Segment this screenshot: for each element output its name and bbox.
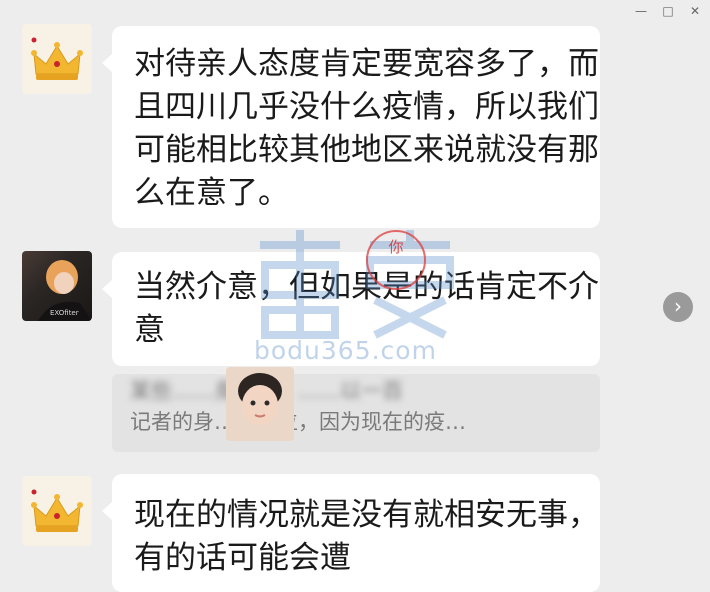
sticker-photo	[226, 367, 294, 441]
quoted-message[interactable]: 某些……身份好，……以一百 记者的身……岗位，因为现在的疫…	[112, 374, 600, 452]
chevron-right-icon: ›	[674, 294, 682, 318]
message-line: 且四川几乎没什么疫情，所以我们	[134, 89, 599, 125]
crown-icon	[31, 37, 83, 80]
message-line: 可能相比较其他地区来说就没有那	[134, 132, 599, 168]
message-line: 有的话可能会遭	[134, 540, 351, 576]
message-line: 现在的情况就是没有就相安无事，	[134, 497, 599, 533]
maximize-icon[interactable]: □	[657, 2, 679, 20]
next-button[interactable]: ›	[663, 292, 693, 322]
title-bar: — □ ✕	[0, 0, 710, 22]
avatar[interactable]	[22, 24, 92, 94]
message-line: 对待亲人态度肯定要宽容多了，而	[134, 46, 599, 82]
message-line: 意	[134, 312, 165, 348]
message-bubble[interactable]: 对待亲人态度肯定要宽容多了，而 且四川几乎没什么疫情，所以我们 可能相比较其他地…	[102, 26, 600, 228]
message-bubble[interactable]: 当然介意，但如果是的话肯定不介 意	[102, 252, 600, 366]
minimize-icon[interactable]: —	[630, 2, 652, 20]
crown-icon	[31, 489, 83, 532]
quote-line: 某些……身份好，……以一百	[130, 376, 600, 407]
avatar-caption: EXOfiter	[50, 309, 79, 317]
quote-line: 记者的身……岗位，因为现在的疫…	[130, 410, 466, 434]
baby-face-icon	[238, 373, 282, 425]
avatar[interactable]: EXOfiter	[22, 251, 92, 321]
avatar[interactable]	[22, 476, 92, 546]
close-icon[interactable]: ✕	[684, 2, 706, 20]
message-line: 当然介意，但如果是的话肯定不介	[134, 269, 599, 305]
message-line: 么在意了。	[134, 175, 289, 211]
message-bubble[interactable]: 现在的情况就是没有就相安无事， 有的话可能会遭	[102, 474, 600, 592]
